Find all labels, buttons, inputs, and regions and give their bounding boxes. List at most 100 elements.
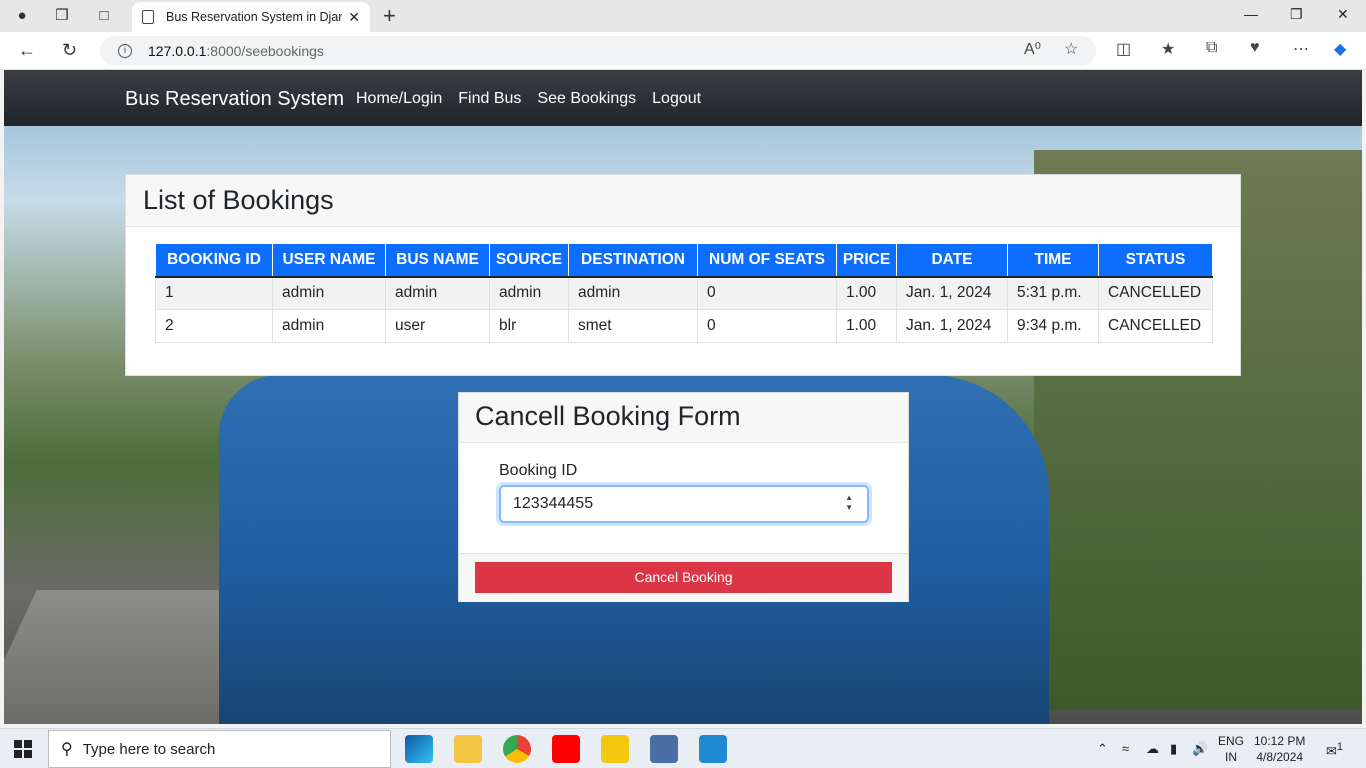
cell-num-of-seats: 0 [697, 276, 837, 310]
cell-date: Jan. 1, 2024 [896, 276, 1008, 310]
booking-id-value: 123344455 [513, 495, 594, 512]
region-code: IN [1225, 750, 1237, 764]
browser-essentials-icon[interactable]: ♥ [1250, 39, 1260, 57]
power-bi-icon[interactable] [601, 735, 629, 763]
cell-bus-name: user [385, 309, 490, 343]
close-window-icon[interactable]: ✕ [1337, 6, 1349, 23]
browser-tab-active[interactable]: Bus Reservation System in Djang ✕ [132, 2, 370, 32]
cell-num-of-seats: 0 [697, 309, 837, 343]
network-icon[interactable]: ☁ [1146, 741, 1159, 757]
system-clock[interactable]: 10:12 PM 4/8/2024 [1254, 733, 1305, 765]
table-header-row: BOOKING ID USER NAME BUS NAME SOURCE DES… [155, 243, 1213, 278]
more-menu-icon[interactable]: ⋯ [1293, 39, 1309, 59]
favorites-icon[interactable]: ★ [1161, 39, 1175, 59]
booking-id-input[interactable]: 123344455 ▲ ▼ [499, 485, 869, 523]
workspaces-icon[interactable]: ❒ [52, 6, 72, 26]
battery-icon[interactable]: ▮ [1170, 741, 1177, 757]
site-navbar: Bus Reservation System Home/Login Find B… [4, 70, 1362, 126]
edge-app-icon[interactable] [405, 735, 433, 763]
number-spinner-icon[interactable]: ▲ ▼ [845, 493, 853, 513]
cell-destination: smet [568, 309, 698, 343]
notifications-icon[interactable]: ✉1 [1326, 741, 1343, 759]
copilot-icon[interactable]: ◆ [1334, 39, 1346, 59]
bookings-card: List of Bookings BOOKING ID USER NAME BU… [125, 174, 1241, 376]
page-viewport: Bus Reservation System Home/Login Find B… [4, 70, 1362, 724]
bookings-heading: List of Bookings [126, 175, 1240, 227]
tab-actions-icon[interactable]: □ [94, 6, 114, 26]
url-input[interactable]: i 127.0.0.1:8000/seebookings [100, 36, 1096, 66]
nav-links: Home/Login Find Bus See Bookings Logout [356, 90, 701, 108]
minimize-icon[interactable]: — [1244, 6, 1258, 22]
site-info-icon[interactable]: i [118, 44, 132, 58]
notification-count: 1 [1336, 741, 1343, 753]
wifi-icon[interactable]: ≈ [1122, 741, 1129, 756]
col-destination: DESTINATION [568, 243, 698, 278]
windows-start-icon[interactable] [14, 740, 32, 758]
language-code: ENG [1218, 734, 1245, 748]
cell-status: CANCELLED [1098, 309, 1213, 343]
cell-time: 5:31 p.m. [1007, 276, 1099, 310]
col-status: STATUS [1098, 243, 1213, 278]
windows-taskbar: ⚲ Type here to search ⌃ ≈ ☁ ▮ 🔊 ENG IN 1… [0, 728, 1366, 768]
favorite-star-icon[interactable]: ☆ [1064, 39, 1078, 59]
cell-time: 9:34 p.m. [1007, 309, 1099, 343]
browser-tabbar: ● ❒ □ Bus Reservation System in Djang ✕ … [0, 0, 1366, 32]
file-explorer-icon[interactable] [454, 735, 482, 763]
booking-id-label: Booking ID [499, 462, 578, 479]
refresh-icon[interactable]: ↻ [62, 40, 77, 61]
cell-status: CANCELLED [1098, 276, 1213, 310]
split-screen-icon[interactable]: ◫ [1116, 39, 1131, 59]
col-source: SOURCE [489, 243, 569, 278]
read-aloud-icon[interactable]: A⁰ [1024, 39, 1041, 59]
address-bar-row: ← ↻ i 127.0.0.1:8000/seebookings A⁰ ☆ ◫ … [0, 32, 1366, 70]
cell-price: 1.00 [836, 276, 897, 310]
back-icon[interactable]: ← [18, 40, 36, 61]
col-user-name: USER NAME [272, 243, 386, 278]
navbar-brand[interactable]: Bus Reservation System [125, 88, 344, 111]
volume-icon[interactable]: 🔊 [1192, 741, 1208, 757]
cell-source: admin [489, 276, 569, 310]
clock-time: 10:12 PM [1254, 734, 1306, 748]
language-indicator[interactable]: ENG IN [1218, 733, 1244, 765]
new-tab-icon[interactable]: + [383, 3, 396, 29]
col-time: TIME [1007, 243, 1099, 278]
collections-icon[interactable]: ⧉ [1206, 39, 1217, 57]
close-tab-icon[interactable]: ✕ [348, 9, 360, 26]
profile-icon[interactable]: ● [12, 6, 32, 26]
cancel-booking-card: Cancell Booking Form Booking ID 12334445… [458, 392, 909, 602]
cancel-form-footer: Cancel Booking [459, 553, 908, 602]
col-num-of-seats: NUM OF SEATS [697, 243, 837, 278]
tray-chevron-up-icon[interactable]: ⌃ [1097, 741, 1108, 757]
cell-destination: admin [568, 276, 698, 310]
youtube-app-icon[interactable] [552, 735, 580, 763]
nav-home-login[interactable]: Home/Login [356, 90, 442, 108]
cell-user-name: admin [272, 276, 386, 310]
col-price: PRICE [836, 243, 897, 278]
nav-see-bookings[interactable]: See Bookings [537, 90, 636, 108]
restore-icon[interactable]: ❐ [1290, 6, 1303, 23]
url-path: :8000/seebookings [206, 43, 324, 59]
cell-booking-id: 2 [155, 309, 273, 343]
cancel-booking-button[interactable]: Cancel Booking [475, 562, 892, 593]
bookings-table: BOOKING ID USER NAME BUS NAME SOURCE DES… [155, 243, 1213, 343]
tab-title: Bus Reservation System in Djang [166, 10, 343, 24]
col-bus-name: BUS NAME [385, 243, 490, 278]
url-host: 127.0.0.1 [148, 43, 207, 59]
table-row: 2 admin user blr smet 0 1.00 Jan. 1, 202… [155, 309, 1213, 343]
cell-booking-id: 1 [155, 276, 273, 310]
cell-date: Jan. 1, 2024 [896, 309, 1008, 343]
cell-price: 1.00 [836, 309, 897, 343]
chrome-app-icon[interactable] [503, 735, 531, 763]
table-row: 1 admin admin admin admin 0 1.00 Jan. 1,… [155, 276, 1213, 310]
settings-gear-icon[interactable] [650, 735, 678, 763]
page-icon [142, 10, 154, 24]
cell-user-name: admin [272, 309, 386, 343]
vscode-app-icon[interactable] [699, 735, 727, 763]
nav-logout[interactable]: Logout [652, 90, 701, 108]
nav-find-bus[interactable]: Find Bus [458, 90, 521, 108]
cell-bus-name: admin [385, 276, 490, 310]
cell-source: blr [489, 309, 569, 343]
taskbar-search-input[interactable]: ⚲ Type here to search [48, 730, 391, 768]
col-booking-id: BOOKING ID [155, 243, 273, 278]
search-icon: ⚲ [61, 741, 73, 758]
